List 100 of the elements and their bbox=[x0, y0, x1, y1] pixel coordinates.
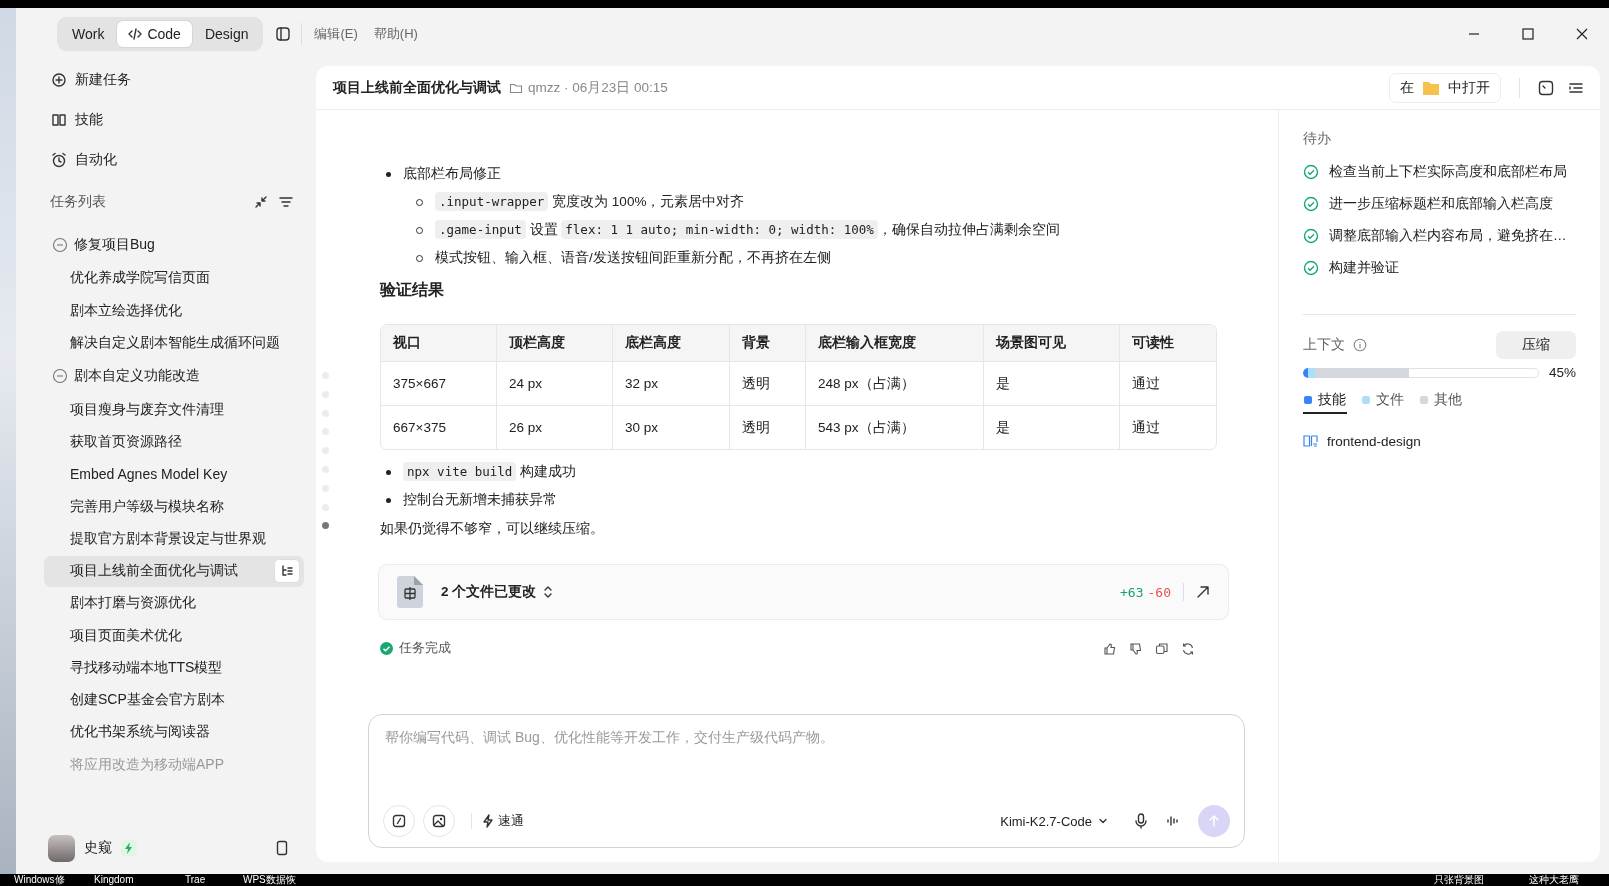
task-title: 项目上线前全面优化与调试 bbox=[333, 78, 501, 97]
task-item[interactable]: 完善用户等级与模块名称 bbox=[44, 491, 304, 522]
image-button[interactable] bbox=[423, 805, 455, 837]
task-meta: qmzz · 06月23日 00:15 bbox=[528, 78, 668, 97]
folder-icon bbox=[1423, 80, 1439, 95]
legend-tab[interactable]: 文件 bbox=[1361, 388, 1405, 414]
compress-button[interactable]: 压缩 bbox=[1496, 331, 1576, 359]
list-item: .game-input 设置 flex: 1 1 auto; min-width: 0; width: 100% ，确保自动拉伸占满剩余空间 bbox=[410, 216, 1246, 244]
mode-selector[interactable]: 速通 bbox=[471, 813, 524, 829]
mode-tab[interactable]: Work bbox=[61, 21, 116, 47]
waveform-icon[interactable] bbox=[1166, 814, 1180, 828]
open-in-button[interactable]: 在 中打开 bbox=[1389, 72, 1501, 103]
task-item[interactable]: 提取官方剧本背景设定与世界观 bbox=[44, 523, 304, 555]
table-cell: 32 px bbox=[613, 361, 730, 405]
task-item[interactable]: 寻找移动端本地TTS模型 bbox=[44, 652, 304, 684]
mode-tab[interactable]: Design bbox=[193, 21, 260, 47]
thumbs-up-icon[interactable] bbox=[1103, 641, 1117, 656]
removed-count: -60 bbox=[1147, 584, 1171, 600]
taskbar-item[interactable]: 这种大老鹰 bbox=[1529, 874, 1579, 886]
task-item[interactable]: 剧本打磨与资源优化 bbox=[44, 587, 304, 619]
list-item: 底部栏布局修正 bbox=[380, 160, 1246, 188]
legend-tab[interactable]: 其他 bbox=[1419, 388, 1463, 414]
table-cell: 通过 bbox=[1120, 361, 1216, 405]
task-group[interactable]: 剧本自定义功能改造 bbox=[44, 359, 304, 393]
task-item[interactable]: 解决自定义剧本智能生成循环问题 bbox=[44, 327, 304, 359]
model-selector[interactable]: Kimi-K2.7-Code bbox=[1000, 813, 1108, 829]
check-circle-icon bbox=[380, 642, 393, 655]
alarm-clock-icon bbox=[51, 152, 67, 168]
table-cell: 375×667 bbox=[381, 361, 497, 405]
taskbar-item[interactable]: WPS数据恢 bbox=[243, 874, 296, 886]
column-header: 底栏高度 bbox=[613, 325, 730, 361]
sidebar-toggle-icon[interactable] bbox=[275, 26, 292, 42]
column-header: 背景 bbox=[730, 325, 806, 361]
message-input[interactable]: 帮你编写代码、调试 Bug、优化性能等开发工作，交付生产级代码产物。 速通 Kimi-K2.7-Code bbox=[368, 714, 1245, 848]
taskbar-item[interactable]: Kingdom bbox=[94, 874, 134, 886]
todo-item: 检查当前上下栏实际高度和底部栏布局 bbox=[1303, 156, 1576, 188]
outline-icon[interactable] bbox=[280, 564, 294, 578]
task-item[interactable]: 项目上线前全面优化与调试 bbox=[44, 555, 304, 587]
menu-item[interactable]: 编辑(E) bbox=[314, 25, 358, 43]
list-item: npx vite build 构建成功 bbox=[380, 458, 1246, 486]
collapse-icon[interactable] bbox=[254, 195, 268, 209]
column-header: 底栏输入框宽度 bbox=[806, 325, 984, 361]
collapse-circle-icon[interactable] bbox=[52, 368, 68, 385]
task-item[interactable]: 优化书架系统与阅读器 bbox=[44, 716, 304, 748]
sidebar-action[interactable]: 技能 bbox=[44, 100, 304, 140]
slash-icon bbox=[392, 814, 406, 828]
todo-item: 进一步压缩标题栏和底部输入栏高度 bbox=[1303, 188, 1576, 220]
table-cell: 透明 bbox=[730, 405, 806, 449]
table-cell: 26 px bbox=[497, 405, 613, 449]
user-name: 史窥 bbox=[84, 839, 112, 857]
task-item[interactable]: 项目页面美术优化 bbox=[44, 620, 304, 651]
changes-card[interactable]: 2 个文件已更改 +63 -60 bbox=[378, 564, 1229, 620]
taskbar-item[interactable]: 只张背景图 bbox=[1434, 874, 1484, 886]
column-header: 顶栏高度 bbox=[497, 325, 613, 361]
task-item[interactable]: 获取首页资源路径 bbox=[44, 426, 304, 458]
sidebar-action[interactable]: 自动化 bbox=[44, 140, 304, 180]
info-icon[interactable] bbox=[1353, 338, 1367, 352]
table-cell: 是 bbox=[984, 405, 1120, 449]
chevron-down-icon bbox=[1098, 816, 1108, 826]
panel-title: 待办 bbox=[1303, 130, 1332, 148]
section-title: 任务列表 bbox=[50, 193, 107, 211]
task-item[interactable]: 优化养成学院写信页面 bbox=[44, 262, 304, 294]
phone-icon[interactable] bbox=[276, 840, 288, 856]
thumbs-down-icon[interactable] bbox=[1129, 641, 1143, 656]
avatar[interactable] bbox=[48, 834, 75, 862]
list-item: 控制台无新增未捕获异常 bbox=[380, 486, 1246, 514]
microphone-icon[interactable] bbox=[1134, 813, 1148, 829]
mode-tab[interactable]: Code bbox=[117, 21, 192, 47]
todo-item: 构建并验证 bbox=[1303, 252, 1576, 284]
close-icon[interactable] bbox=[1575, 27, 1589, 41]
sidebar-action[interactable]: 新建任务 bbox=[44, 60, 304, 100]
task-item[interactable]: Embed Agnes Model Key bbox=[44, 458, 304, 490]
usage-percent: 45% bbox=[1548, 365, 1576, 380]
skill-item[interactable]: frontend-design bbox=[1303, 430, 1576, 452]
table-cell: 248 px（占满） bbox=[806, 361, 984, 405]
legend-tab[interactable]: 技能 bbox=[1303, 388, 1347, 414]
task-group[interactable]: 修复项目Bug bbox=[44, 228, 304, 262]
arrow-up-right-icon[interactable] bbox=[1196, 585, 1210, 599]
added-count: +63 bbox=[1120, 584, 1144, 600]
table-cell: 24 px bbox=[497, 361, 613, 405]
menu-item[interactable]: 帮助(H) bbox=[373, 25, 418, 43]
section-heading: 验证结果 bbox=[380, 280, 445, 300]
list-item: 模式按钮、输入框、语音/发送按钮间距重新分配，不再挤在左侧 bbox=[410, 244, 1246, 272]
book-icon bbox=[51, 112, 67, 128]
taskbar-item[interactable]: Windows修 bbox=[14, 874, 65, 886]
column-header: 场景图可见 bbox=[984, 325, 1120, 361]
maximize-icon[interactable] bbox=[1521, 27, 1535, 41]
filter-icon[interactable] bbox=[278, 195, 294, 209]
copy-icon[interactable] bbox=[1155, 641, 1169, 656]
terminal-icon[interactable] bbox=[1538, 79, 1554, 96]
bolt-badge bbox=[121, 840, 137, 856]
message-nav-dot[interactable] bbox=[322, 522, 329, 530]
task-item[interactable]: 创建SCP基金会官方剧本 bbox=[44, 684, 304, 716]
code-icon bbox=[128, 27, 143, 41]
refresh-icon[interactable] bbox=[1181, 641, 1195, 656]
task-item[interactable]: 项目瘦身与废弃文件清理 bbox=[44, 394, 304, 426]
taskbar-item[interactable]: Trae bbox=[185, 874, 206, 886]
collapse-circle-icon[interactable] bbox=[52, 236, 68, 253]
command-button[interactable] bbox=[383, 805, 415, 837]
task-item[interactable]: 剧本立绘选择优化 bbox=[44, 295, 304, 326]
